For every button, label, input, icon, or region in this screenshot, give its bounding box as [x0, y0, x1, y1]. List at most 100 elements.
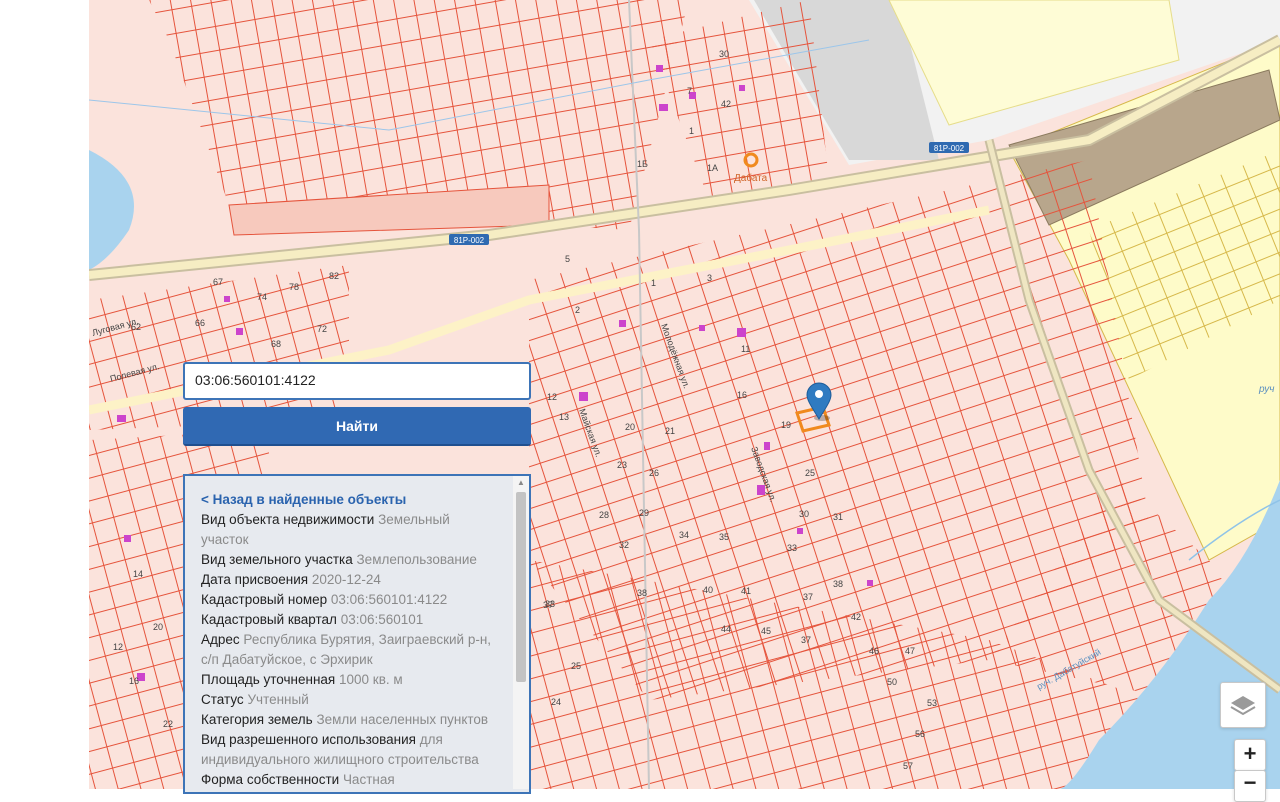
zoom-out-button[interactable]: − [1234, 770, 1266, 802]
svg-text:20: 20 [625, 422, 635, 432]
svg-text:2: 2 [575, 305, 580, 315]
svg-text:37: 37 [801, 635, 811, 645]
svg-text:22: 22 [163, 719, 173, 729]
info-field: Вид земельного участка Землепользование [201, 550, 497, 570]
info-panel-scrollbar[interactable]: ▲ [513, 476, 529, 789]
info-field-label: Форма собственности [201, 772, 340, 787]
info-field-label: Кадастровый номер [201, 592, 328, 607]
svg-text:62: 62 [131, 322, 141, 332]
info-field: Форма собственности Частная [201, 770, 497, 790]
svg-text:33: 33 [545, 599, 555, 609]
svg-text:37: 37 [803, 592, 813, 602]
svg-text:46: 46 [869, 646, 879, 656]
svg-text:42: 42 [721, 99, 731, 109]
svg-text:16: 16 [737, 390, 747, 400]
svg-text:25: 25 [805, 468, 815, 478]
svg-text:24: 24 [551, 697, 561, 707]
info-field-label: Категория земель [201, 712, 313, 727]
svg-text:1: 1 [689, 126, 694, 136]
info-field: Вид объекта недвижимости Земельный участ… [201, 510, 497, 550]
svg-text:3: 3 [707, 273, 712, 283]
svg-text:25: 25 [571, 661, 581, 671]
info-field: Площадь уточненная 1000 кв. м [201, 670, 497, 690]
info-field-value: Учтенный [247, 692, 309, 707]
info-field: Адрес Республика Бурятия, Заиграевский р… [201, 630, 497, 670]
find-button[interactable]: Найти [183, 407, 531, 446]
svg-text:26: 26 [649, 468, 659, 478]
info-field-label: Кадастровый квартал [201, 612, 337, 627]
svg-text:34: 34 [679, 530, 689, 540]
info-field: Категория земель Земли населенных пункто… [201, 710, 497, 730]
svg-text:12: 12 [547, 392, 557, 402]
svg-text:14: 14 [133, 569, 143, 579]
svg-text:21: 21 [665, 426, 675, 436]
svg-text:53: 53 [927, 698, 937, 708]
info-field-label: Вид объекта недвижимости [201, 512, 375, 527]
zoom-in-button[interactable]: + [1234, 739, 1266, 771]
svg-text:1Б: 1Б [637, 159, 648, 169]
info-field-value: 1000 кв. м [339, 672, 403, 687]
info-field: Вид разрешенного использования для индив… [201, 730, 497, 770]
object-info-panel: < Назад в найденные объекты Вид объекта … [183, 474, 531, 794]
info-field: Статус Учтенный [201, 690, 497, 710]
svg-text:38: 38 [637, 588, 647, 598]
info-field-value: 2020-12-24 [311, 572, 381, 587]
svg-text:16: 16 [129, 676, 139, 686]
info-field: Кадастровый квартал 03:06:560101 [201, 610, 497, 630]
svg-text:44: 44 [721, 624, 731, 634]
info-field-value: Частная [342, 772, 395, 787]
svg-text:42: 42 [851, 612, 861, 622]
svg-text:72: 72 [317, 324, 327, 334]
svg-text:33: 33 [787, 543, 797, 553]
info-field-value: Земли населенных пунктов [316, 712, 489, 727]
svg-text:30: 30 [799, 509, 809, 519]
svg-text:1: 1 [651, 278, 656, 288]
svg-text:12: 12 [113, 642, 123, 652]
svg-text:31: 31 [833, 512, 843, 522]
svg-text:67: 67 [213, 277, 223, 287]
info-field-label: Статус [201, 692, 244, 707]
svg-text:66: 66 [195, 318, 205, 328]
svg-text:7: 7 [687, 86, 692, 96]
road-shield-label-2: 81Р-002 [934, 144, 965, 153]
svg-text:11: 11 [741, 344, 750, 354]
svg-text:35: 35 [719, 532, 729, 542]
svg-text:40: 40 [703, 585, 713, 595]
svg-text:68: 68 [271, 339, 281, 349]
scroll-up-icon[interactable]: ▲ [513, 478, 529, 490]
cadastral-search-input[interactable]: 03:06:560101:4122 [183, 362, 531, 400]
svg-text:45: 45 [761, 626, 771, 636]
stream-label: руч [1258, 384, 1274, 395]
info-field: Дата присвоения 2020-12-24 [201, 570, 497, 590]
svg-text:41: 41 [741, 586, 751, 596]
info-field-label: Площадь уточненная [201, 672, 336, 687]
svg-text:13: 13 [559, 412, 569, 422]
info-field-label: Дата присвоения [201, 572, 309, 587]
info-field-label: Вид разрешенного использования [201, 732, 416, 747]
svg-text:19: 19 [781, 420, 791, 430]
svg-text:50: 50 [887, 677, 897, 687]
poi-label: Дабата [734, 172, 768, 184]
svg-text:1А: 1А [707, 163, 718, 173]
layers-button[interactable] [1220, 682, 1266, 728]
info-field-value: 03:06:560101 [340, 612, 424, 627]
svg-text:32: 32 [619, 540, 629, 550]
info-field-value: Республика Бурятия, Заиграевский р-н, с/… [201, 632, 492, 667]
info-field: Кадастровый номер 03:06:560101:4122 [201, 590, 497, 610]
svg-text:38: 38 [833, 579, 843, 589]
scrollbar-thumb[interactable] [516, 492, 526, 682]
svg-text:23: 23 [617, 460, 627, 470]
info-field-label: Адрес [201, 632, 240, 647]
svg-text:47: 47 [905, 646, 915, 656]
svg-text:30: 30 [719, 49, 729, 59]
layers-icon [1230, 696, 1256, 716]
svg-text:20: 20 [153, 622, 163, 632]
road-shield-label-1: 81Р-002 [454, 236, 485, 245]
back-to-results-link[interactable]: < Назад в найденные объекты [201, 490, 497, 510]
svg-text:29: 29 [639, 508, 649, 518]
svg-text:78: 78 [289, 282, 299, 292]
svg-text:74: 74 [257, 292, 267, 302]
svg-text:5: 5 [565, 254, 570, 264]
info-field-value: 03:06:560101:4122 [330, 592, 448, 607]
info-field-label: Вид земельного участка [201, 552, 353, 567]
